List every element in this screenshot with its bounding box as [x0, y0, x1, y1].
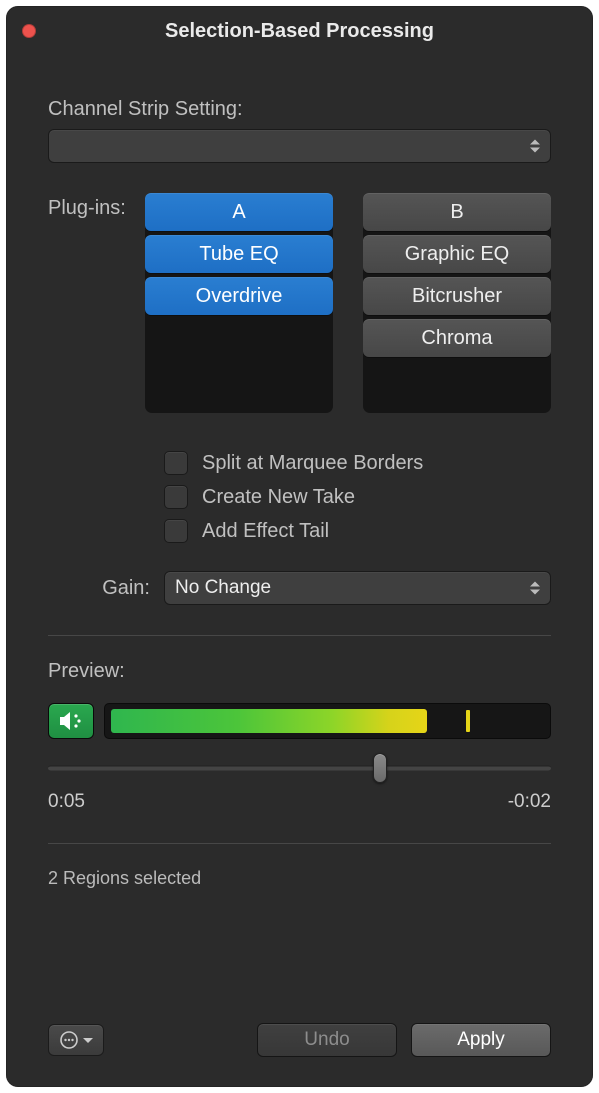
- gain-select[interactable]: No Change: [164, 571, 551, 605]
- window-title: Selection-Based Processing: [6, 20, 593, 43]
- option-effect-tail-row: Add Effect Tail: [164, 519, 551, 543]
- plugin-bitcrusher[interactable]: Bitcrusher: [363, 277, 551, 315]
- titlebar: Selection-Based Processing: [6, 6, 593, 56]
- gain-value: No Change: [175, 577, 271, 599]
- time-remaining: -0:02: [508, 791, 551, 813]
- time-elapsed: 0:05: [48, 791, 85, 813]
- column-a-header[interactable]: A: [145, 193, 333, 231]
- effect-tail-checkbox[interactable]: [164, 519, 188, 543]
- plugin-columns: A Tube EQ Overdrive B Graphic EQ Bitcrus…: [145, 193, 551, 413]
- plugins-section: Plug-ins: A Tube EQ Overdrive B Graphic …: [48, 193, 551, 413]
- level-meter: [104, 703, 551, 739]
- time-row: 0:05 -0:02: [48, 791, 551, 813]
- plugin-column-b: B Graphic EQ Bitcrusher Chroma: [363, 193, 551, 413]
- preview-label: Preview:: [48, 660, 551, 683]
- close-window-button[interactable]: [22, 24, 36, 38]
- actions-menu-button[interactable]: [48, 1024, 104, 1056]
- new-take-label: Create New Take: [202, 486, 355, 509]
- gain-label: Gain:: [48, 577, 150, 600]
- meter-bar: [111, 709, 427, 733]
- speaker-icon: [59, 711, 83, 731]
- slider-thumb[interactable]: [373, 753, 387, 783]
- apply-button[interactable]: Apply: [411, 1023, 551, 1057]
- options-section: Split at Marquee Borders Create New Take…: [164, 451, 551, 553]
- plugin-column-a: A Tube EQ Overdrive: [145, 193, 333, 413]
- window: Selection-Based Processing Channel Strip…: [6, 6, 593, 1087]
- slider-track-line: [48, 766, 551, 771]
- plugin-overdrive[interactable]: Overdrive: [145, 277, 333, 315]
- position-slider[interactable]: [48, 765, 551, 771]
- channel-strip-label: Channel Strip Setting:: [48, 98, 551, 121]
- column-b-header[interactable]: B: [363, 193, 551, 231]
- plugin-chroma[interactable]: Chroma: [363, 319, 551, 357]
- divider: [48, 843, 551, 844]
- content: Channel Strip Setting: Plug-ins: A Tube …: [6, 56, 593, 1087]
- preview-play-button[interactable]: [48, 703, 94, 739]
- option-split-row: Split at Marquee Borders: [164, 451, 551, 475]
- gain-row: Gain: No Change: [48, 571, 551, 605]
- chevron-down-icon: [83, 1038, 93, 1043]
- preview-row: [48, 703, 551, 739]
- status-text: 2 Regions selected: [48, 868, 551, 889]
- divider: [48, 635, 551, 636]
- meter-peak-tick: [466, 710, 470, 732]
- plugin-tube-eq[interactable]: Tube EQ: [145, 235, 333, 273]
- split-label: Split at Marquee Borders: [202, 452, 423, 475]
- stepper-icon: [530, 582, 540, 595]
- plugin-graphic-eq[interactable]: Graphic EQ: [363, 235, 551, 273]
- undo-button[interactable]: Undo: [257, 1023, 397, 1057]
- channel-strip-select[interactable]: [48, 129, 551, 163]
- footer: Undo Apply: [48, 1023, 551, 1087]
- plugins-label: Plug-ins:: [48, 193, 129, 413]
- stepper-icon: [530, 140, 540, 153]
- option-new-take-row: Create New Take: [164, 485, 551, 509]
- new-take-checkbox[interactable]: [164, 485, 188, 509]
- effect-tail-label: Add Effect Tail: [202, 520, 329, 543]
- ellipsis-circle-icon: [60, 1031, 78, 1049]
- split-checkbox[interactable]: [164, 451, 188, 475]
